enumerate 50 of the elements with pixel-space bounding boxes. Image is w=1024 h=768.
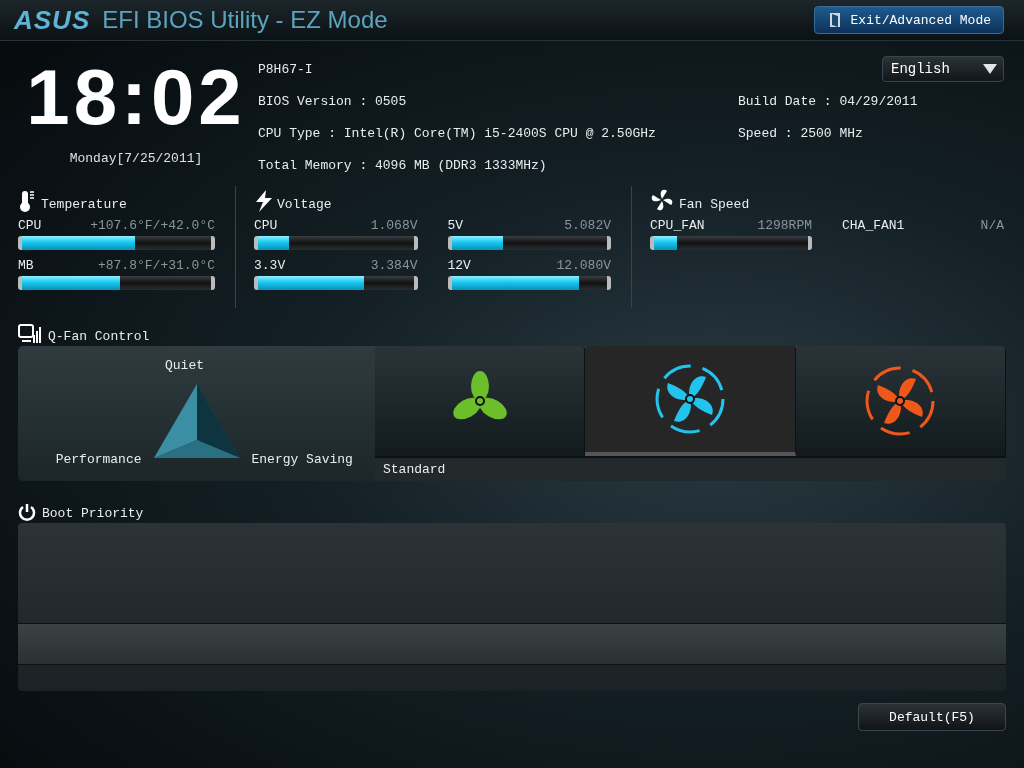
system-info-text: Build Date : 04/29/2011: [738, 93, 919, 109]
sensor-reading: N/A: [980, 218, 1004, 233]
sensor-reading: +107.6°F/+42.0°C: [90, 218, 215, 233]
sensor-name: 12V: [447, 258, 471, 273]
exit-advanced-mode-button[interactable]: Exit/Advanced Mode: [813, 6, 1004, 34]
sensor-reading: 1.068V: [370, 218, 418, 233]
quiet-label: Quiet: [165, 358, 204, 375]
section-title: Voltage: [277, 197, 332, 212]
sensor-name: 5V: [447, 218, 464, 233]
fan-icon: [654, 363, 726, 435]
dropdown-arrow-icon: [983, 64, 997, 74]
fan-mode-label: Standard: [375, 456, 1006, 481]
sensor-reading: 5.082V: [564, 218, 611, 233]
system-info-text: Speed : 2500 MHz: [738, 125, 864, 141]
section-title: Fan Speed: [679, 197, 750, 212]
performance-label: Performance: [55, 452, 142, 467]
fan-mode-tab[interactable]: [375, 346, 586, 456]
monitor-graph-icon: [18, 324, 42, 344]
door-icon: [828, 12, 841, 28]
fan-mode-tab[interactable]: [795, 346, 1006, 456]
sensor-reading: 12.080V: [556, 258, 611, 273]
system-info-text: Total Memory : 4096 MB (DDR3 1333MHz): [258, 157, 548, 173]
default-button[interactable]: Default(F5): [858, 703, 1006, 731]
sensor-name: MB: [18, 258, 34, 273]
lightning-bolt-icon: [254, 190, 272, 212]
system-info-text: BIOS Version : 0505: [258, 93, 408, 109]
language-dropdown[interactable]: English: [882, 56, 1004, 82]
system-info-text: P8H67-I: [258, 61, 314, 77]
sensor-reading: 1298RPM: [757, 218, 812, 233]
sensor-name: CPU: [254, 218, 278, 233]
system-info-text: CPU Type : Intel(R) Core(TM) i5-2400S CPU @ 2.50GHz: [258, 125, 657, 141]
sensor-reading: +87.8°F/+31.0°C: [97, 258, 215, 273]
section-title: Boot Priority: [42, 506, 144, 521]
clock-date: Monday[7/25/2011]: [69, 151, 203, 166]
sensor-reading: 3.384V: [370, 258, 418, 273]
energy-saving-label: Energy Saving: [251, 452, 354, 467]
fan-icon: [650, 188, 674, 212]
sensor-name: CPU: [18, 218, 42, 233]
clock-time: 18:02: [26, 53, 246, 141]
window-title: EFI BIOS Utility - EZ Mode: [102, 6, 389, 34]
section-title: Temperature: [41, 197, 127, 212]
sensor-name: 3.3V: [254, 258, 286, 273]
asus-logo: ASUS: [14, 4, 91, 36]
fan-mode-tab[interactable]: [585, 346, 796, 456]
fan-icon: [864, 365, 937, 437]
power-icon: [18, 503, 36, 521]
sensor-name: CHA_FAN1: [842, 218, 905, 233]
thermometer-icon: [18, 190, 36, 212]
section-title: Q-Fan Control: [48, 329, 150, 344]
sensor-name: CPU_FAN: [650, 218, 705, 233]
